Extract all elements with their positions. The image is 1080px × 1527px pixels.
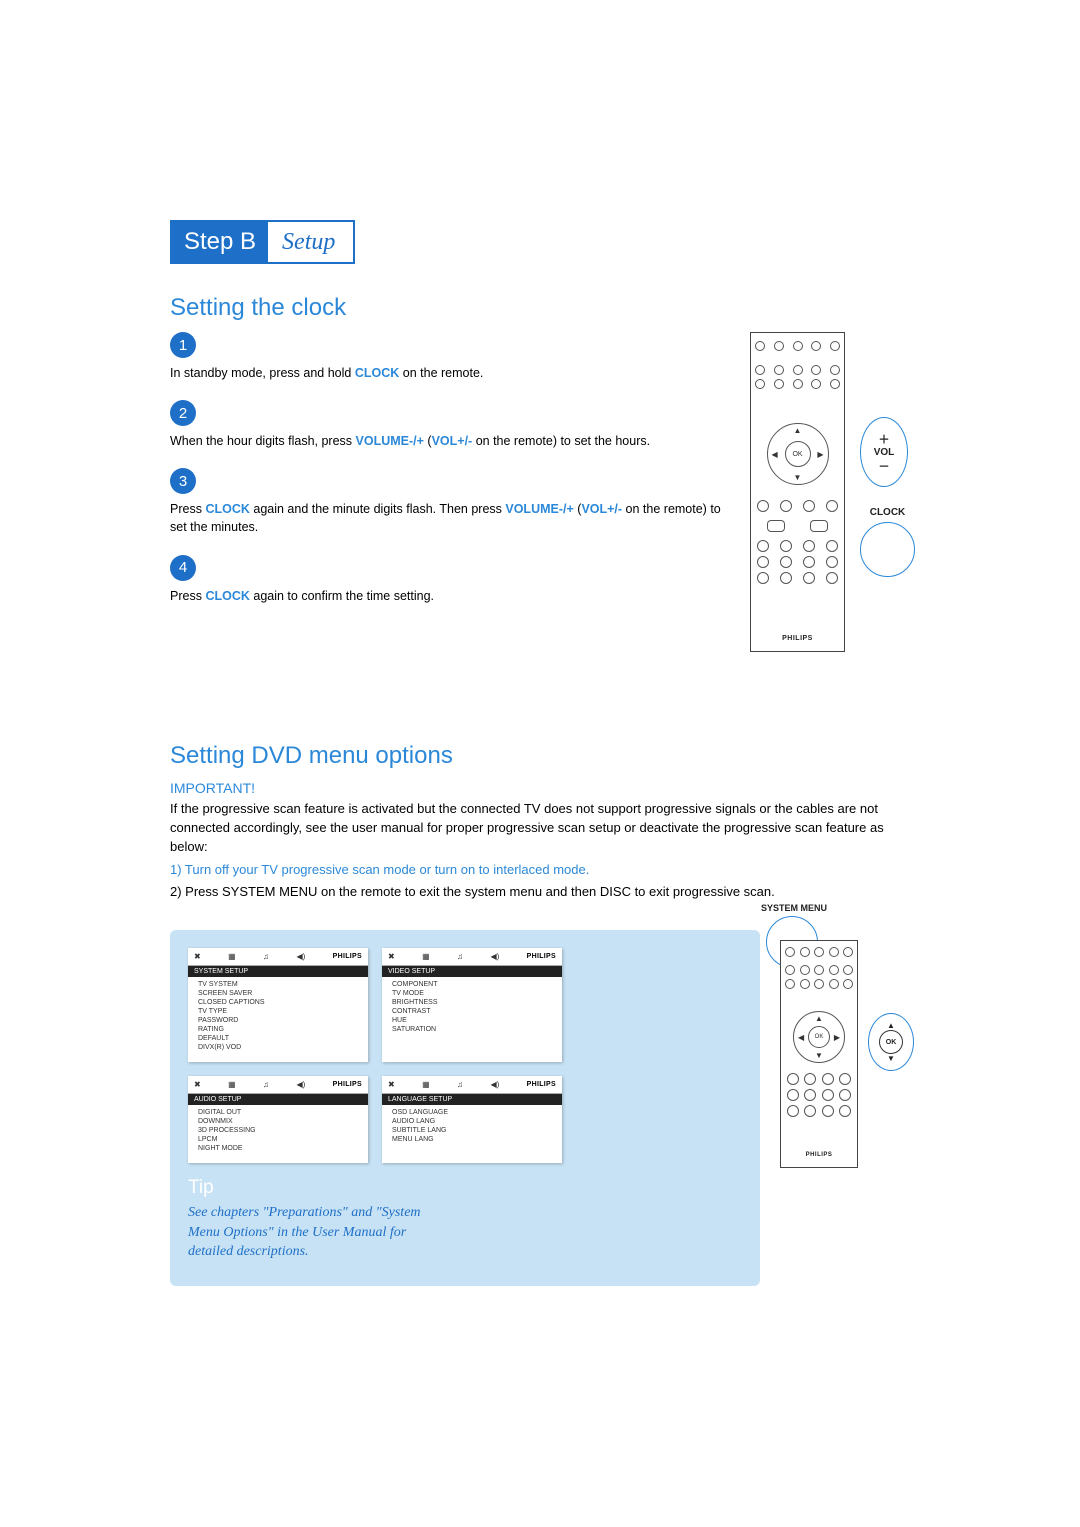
step-text: Press CLOCK again and the minute digits …: [170, 500, 730, 536]
list-item: BRIGHTNESS: [382, 998, 562, 1007]
clock-callout: CLOCK: [860, 522, 915, 577]
step-number: 3: [170, 468, 196, 494]
step-number: 2: [170, 400, 196, 426]
step-number: 1: [170, 332, 196, 358]
menu-card-title: SYSTEM SETUP: [188, 966, 368, 977]
step-label: Step B: [172, 222, 268, 262]
list-item: CLOSED CAPTIONS: [188, 998, 368, 1007]
menu-tabs: ✖▦♫◀) PHILIPS: [382, 948, 562, 966]
menu-list: COMPONENT TV MODE BRIGHTNESS CONTRAST HU…: [382, 977, 562, 1044]
remote-diagram-clock: ▲▼ ◀▶ OK: [750, 332, 910, 652]
tip-block: Tip See chapters "Preparations" and "Sys…: [188, 1177, 428, 1262]
menu-list: OSD LANGUAGE AUDIO LANG SUBTITLE LANG ME…: [382, 1105, 562, 1154]
remote-mid-buttons: [755, 498, 840, 578]
menu-tabs: ✖▦♫◀) PHILIPS: [382, 1076, 562, 1094]
remote-diagram-dvd: SYSTEM MENU ▲▼ ◀▶ OK: [780, 930, 910, 1286]
step-banner: Step B Setup: [170, 220, 355, 264]
remote-brand: PHILIPS: [781, 1143, 857, 1159]
setup-label: Setup: [268, 222, 349, 262]
menu-list: DIGITAL OUT DOWNMIX 3D PROCESSING LPCM N…: [188, 1105, 368, 1163]
ok-button: OK: [808, 1026, 830, 1048]
list-item: CONTRAST: [382, 1007, 562, 1016]
list-item: MENU LANG: [382, 1135, 562, 1144]
list-item: RATING: [188, 1025, 368, 1034]
step-3: 3 Press CLOCK again and the minute digit…: [170, 468, 730, 536]
important-label: IMPORTANT!: [170, 780, 910, 796]
remote-mid-buttons: [785, 1071, 853, 1131]
list-item: HUE: [382, 1016, 562, 1025]
menu-card-title: LANGUAGE SETUP: [382, 1094, 562, 1105]
dvd-cols: ✖ ▦ ♫ ◀) PHILIPS SYSTEM SETUP TV SYSTEM …: [170, 930, 910, 1286]
remote-source-rows: [785, 965, 853, 999]
menu-card-video: ✖▦♫◀) PHILIPS VIDEO SETUP COMPONENT TV M…: [382, 948, 562, 1062]
list-item: AUDIO LANG: [382, 1117, 562, 1126]
list-item: DIGITAL OUT: [188, 1108, 368, 1117]
remote-control-illustration: ▲▼ ◀▶ OK: [750, 332, 845, 652]
grid-icon: ▦: [228, 952, 236, 961]
remote-control-illustration-small: ▲▼ ◀▶ OK PHILIPS: [780, 940, 858, 1168]
step-1: 1 In standby mode, press and hold CLOCK …: [170, 332, 730, 382]
navigation-pad: ▲▼ ◀▶ OK: [793, 1011, 845, 1063]
section-title-dvd: Setting DVD menu options: [170, 742, 910, 770]
step-text: In standby mode, press and hold CLOCK on…: [170, 364, 730, 382]
remote-source-rows: [755, 365, 840, 415]
menu-list: TV SYSTEM SCREEN SAVER CLOSED CAPTIONS T…: [188, 977, 368, 1062]
menu-card-title: VIDEO SETUP: [382, 966, 562, 977]
menu-tabs: ✖▦♫◀) PHILIPS: [188, 1076, 368, 1094]
list-item: NIGHT MODE: [188, 1144, 368, 1153]
blue-menu-panel: ✖ ▦ ♫ ◀) PHILIPS SYSTEM SETUP TV SYSTEM …: [170, 930, 760, 1286]
list-item: DEFAULT: [188, 1034, 368, 1043]
step-turn-off-tv: 1) Turn off your TV progressive scan mod…: [170, 861, 910, 880]
menu-card-audio: ✖▦♫◀) PHILIPS AUDIO SETUP DIGITAL OUT DO…: [188, 1076, 368, 1163]
list-item: TV TYPE: [188, 1007, 368, 1016]
step-text: When the hour digits flash, press VOLUME…: [170, 432, 730, 450]
menu-tabs: ✖ ▦ ♫ ◀) PHILIPS: [188, 948, 368, 966]
tip-title: Tip: [188, 1177, 428, 1199]
step-4: 4 Press CLOCK again to confirm the time …: [170, 555, 730, 605]
tip-body: See chapters "Preparations" and "System …: [188, 1203, 428, 1262]
step-press-system-menu: 2) Press SYSTEM MENU on the remote to ex…: [170, 883, 910, 902]
gear-icon: ✖: [194, 952, 201, 961]
menu-card-title: AUDIO SETUP: [188, 1094, 368, 1105]
list-item: DIVX(R) VOD: [188, 1043, 368, 1052]
clock-cols: 1 In standby mode, press and hold CLOCK …: [170, 332, 910, 652]
important-paragraph: If the progressive scan feature is activ…: [170, 800, 910, 857]
section-title-clock: Setting the clock: [170, 294, 910, 322]
list-item: TV MODE: [382, 989, 562, 998]
menu-panel-col: ✖ ▦ ♫ ◀) PHILIPS SYSTEM SETUP TV SYSTEM …: [170, 930, 760, 1286]
ok-button-label: OK: [879, 1030, 903, 1054]
step-2: 2 When the hour digits flash, press VOLU…: [170, 400, 730, 450]
remote-top-row: [755, 341, 840, 361]
remote-brand: PHILIPS: [751, 627, 844, 643]
list-item: 3D PROCESSING: [188, 1126, 368, 1135]
list-item: SUBTITLE LANG: [382, 1126, 562, 1135]
list-item: TV SYSTEM: [188, 980, 368, 989]
step-number: 4: [170, 555, 196, 581]
list-item: DOWNMIX: [188, 1117, 368, 1126]
menu-card-language: ✖▦♫◀) PHILIPS LANGUAGE SETUP OSD LANGUAG…: [382, 1076, 562, 1163]
vol-callout: ＋ VOL －: [860, 417, 908, 487]
note-icon: ♫: [263, 952, 269, 961]
navigation-pad: ▲▼ ◀▶ OK: [767, 423, 829, 485]
list-item: COMPONENT: [382, 980, 562, 989]
step-text: Press CLOCK again to confirm the time se…: [170, 587, 730, 605]
list-item: SATURATION: [382, 1025, 562, 1034]
remote-top-row: [785, 947, 853, 967]
list-item: PASSWORD: [188, 1016, 368, 1025]
manual-page: Step B Setup Setting the clock 1 In stan…: [0, 0, 1080, 1527]
sound-icon: ◀): [296, 952, 305, 961]
menu-card-system: ✖ ▦ ♫ ◀) PHILIPS SYSTEM SETUP TV SYSTEM …: [188, 948, 368, 1062]
steps-column: 1 In standby mode, press and hold CLOCK …: [170, 332, 730, 652]
list-item: OSD LANGUAGE: [382, 1108, 562, 1117]
list-item: SCREEN SAVER: [188, 989, 368, 998]
list-item: LPCM: [188, 1135, 368, 1144]
ok-button: OK: [785, 441, 811, 467]
ok-callout: ▲ OK ▼: [868, 1013, 914, 1071]
